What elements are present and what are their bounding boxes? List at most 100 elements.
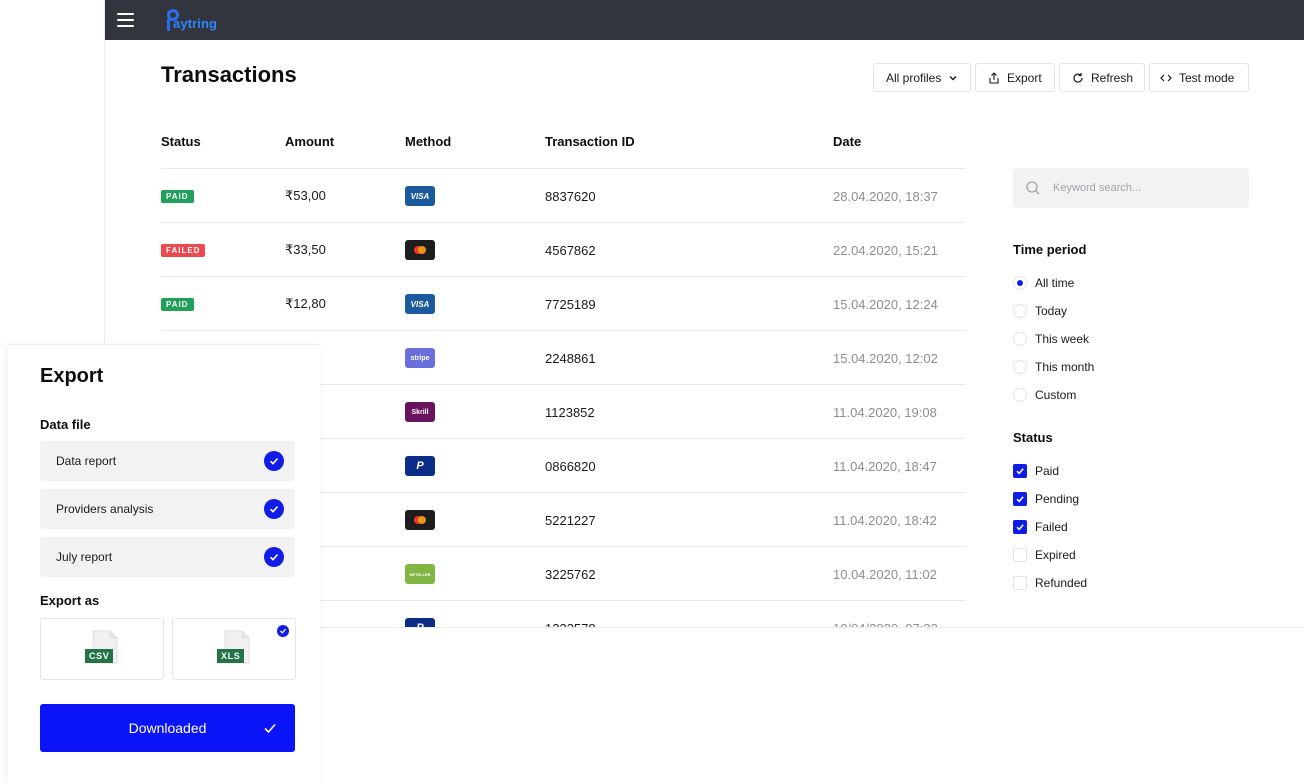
checkbox[interactable]	[1013, 520, 1027, 534]
table-row[interactable]: PAID ₹12,80 VISA 7725189 15.04.2020, 12:24	[161, 276, 965, 330]
export-as-title: Export as	[40, 593, 100, 608]
transaction-id-cell: 7725189	[545, 296, 596, 312]
paytring-logo[interactable]: aytring	[165, 7, 225, 35]
search-box[interactable]	[1013, 168, 1249, 208]
radio-button[interactable]	[1013, 388, 1027, 402]
status-cell: FAILED	[161, 223, 206, 277]
export-label: Export	[1007, 70, 1042, 85]
status-option-label: Refunded	[1035, 576, 1088, 590]
time-option[interactable]: All time	[1013, 274, 1074, 292]
data-file-item[interactable]: July report	[40, 537, 295, 577]
data-file-item[interactable]: Data report	[40, 441, 295, 481]
header-method[interactable]: Method	[405, 134, 451, 149]
test-mode-label: Test mode	[1179, 70, 1235, 85]
search-input[interactable]	[1053, 168, 1243, 208]
method-cell: stripe	[405, 331, 435, 385]
export-button[interactable]: Export	[975, 63, 1055, 92]
checkbox[interactable]	[1013, 548, 1027, 562]
share-icon	[989, 71, 999, 84]
xls-label: XLS	[217, 649, 245, 663]
status-option[interactable]: Pending	[1013, 490, 1079, 508]
status-option[interactable]: Refunded	[1013, 574, 1087, 592]
time-period-title: Time period	[1013, 242, 1087, 257]
status-option-label: Failed	[1035, 520, 1068, 534]
transaction-id-cell: 1123852	[545, 404, 595, 420]
header-date[interactable]: Date	[833, 134, 861, 149]
status-cell: PAID	[161, 169, 194, 223]
radio-button[interactable]	[1013, 304, 1027, 318]
date-cell: 22.04.2020, 15:21	[833, 242, 938, 258]
paypal-icon: P	[405, 618, 435, 627]
transaction-id-cell: 3225762	[545, 566, 596, 582]
date-cell: 11.04.2020, 18:47	[833, 458, 937, 474]
refresh-button[interactable]: Refresh	[1059, 63, 1145, 92]
status-cell: PAID	[161, 277, 194, 331]
selected-check-icon	[277, 625, 289, 637]
status-badge: PAID	[161, 297, 194, 311]
visa-icon: VISA	[405, 186, 435, 206]
status-option[interactable]: Paid	[1013, 462, 1059, 480]
status-option-label: Pending	[1035, 492, 1080, 506]
table-row[interactable]: PAID ₹53,00 VISA 8837620 28.04.2020, 18:37	[161, 168, 965, 222]
check-circle-icon[interactable]	[264, 499, 284, 519]
time-option-label: Today	[1035, 304, 1068, 318]
checkbox[interactable]	[1013, 464, 1027, 478]
time-option-label: This month	[1035, 360, 1095, 374]
download-button[interactable]: Downloaded	[40, 704, 295, 752]
data-file-item[interactable]: Providers analysis	[40, 489, 295, 529]
format-xls-option[interactable]: XLS	[172, 618, 296, 680]
status-option-label: Expired	[1035, 548, 1076, 562]
date-cell: 15.04.2020, 12:24	[833, 296, 938, 312]
method-cell: P	[405, 439, 435, 493]
header-amount[interactable]: Amount	[285, 134, 334, 149]
skrill-icon: Skrill	[405, 402, 435, 422]
radio-button[interactable]	[1013, 332, 1027, 346]
page-title: Transactions	[161, 62, 297, 87]
amount-cell: ₹33,50	[285, 242, 326, 257]
table-row[interactable]: FAILED ₹33,50 4567862 22.04.2020, 15:21	[161, 222, 965, 276]
check-circle-icon[interactable]	[264, 547, 284, 567]
method-cell: P	[405, 601, 435, 627]
format-csv-option[interactable]: CSV	[40, 618, 164, 680]
date-cell: 10.04.2020, 11:02	[833, 566, 937, 582]
data-file-title: Data file	[40, 417, 91, 432]
header-transaction-id[interactable]: Transaction ID	[545, 134, 635, 149]
time-option[interactable]: This month	[1013, 358, 1094, 376]
date-cell: 11.04.2020, 18:42	[833, 512, 937, 528]
chevron-down-icon	[949, 75, 957, 80]
check-circle-icon[interactable]	[264, 451, 284, 471]
top-bar: aytring	[105, 0, 1304, 40]
visa-icon: VISA	[405, 294, 435, 314]
status-badge: FAILED	[161, 243, 206, 257]
checkbox[interactable]	[1013, 492, 1027, 506]
status-option-label: Paid	[1035, 464, 1060, 478]
transaction-id-cell: 1233578	[545, 620, 596, 628]
time-option[interactable]: Custom	[1013, 386, 1076, 404]
check-icon	[264, 723, 276, 734]
refresh-icon	[1073, 72, 1083, 83]
mastercard-icon	[405, 240, 435, 260]
profiles-dropdown[interactable]: All profiles	[873, 63, 971, 92]
status-option[interactable]: Failed	[1013, 518, 1068, 536]
download-label: Downloaded	[128, 720, 207, 736]
method-cell	[405, 493, 435, 547]
neteller-icon: NETELLER	[405, 564, 435, 584]
code-icon	[1160, 74, 1172, 81]
menu-icon[interactable]	[117, 13, 134, 27]
date-cell: 15.04.2020, 12:02	[833, 350, 938, 366]
export-title: Export	[40, 365, 104, 387]
logo-text: aytring	[173, 16, 218, 31]
header-status[interactable]: Status	[161, 134, 201, 149]
export-panel: Export Data file Data report Providers an…	[8, 344, 320, 784]
status-badge: PAID	[161, 189, 194, 203]
radio-button[interactable]	[1013, 276, 1027, 290]
data-file-label: Data report	[56, 454, 117, 468]
checkbox[interactable]	[1013, 576, 1027, 590]
status-option[interactable]: Expired	[1013, 546, 1076, 564]
status-filter-title: Status	[1013, 430, 1053, 445]
radio-button[interactable]	[1013, 360, 1027, 374]
time-option[interactable]: This week	[1013, 330, 1089, 348]
time-option[interactable]: Today	[1013, 302, 1067, 320]
transaction-id-cell: 5221227	[545, 512, 596, 528]
test-mode-button[interactable]: Test mode	[1149, 63, 1249, 92]
